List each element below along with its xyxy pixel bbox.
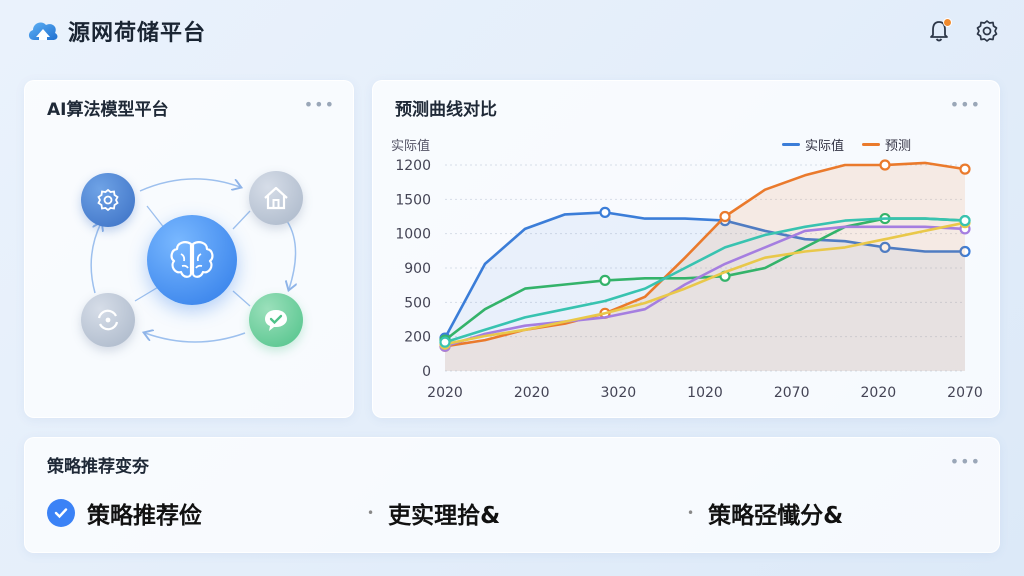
strategy-item-label: 策略弪懴分& [708,503,844,529]
forecast-chart-panel: 预测曲线对比 ••• 实际值 实际值 预测 1200 1500 1000 900 500… [372,80,1000,418]
notification-badge [943,18,952,27]
strategy-item[interactable]: 策略推荐俭 [47,496,367,530]
brain-icon [170,241,214,278]
y-tick-label: 900 [404,261,431,277]
data-point [879,159,891,171]
x-tick-label: 1020 [687,385,723,401]
gear-node[interactable] [81,173,135,227]
gear-icon[interactable] [974,18,1000,44]
data-point [599,274,611,286]
data-point [719,210,731,223]
strategy-item[interactable]: • 吏实理拾& [367,496,687,530]
bullet-icon: • [687,506,695,520]
forecast-line-chart[interactable]: 1200 1500 1000 900 500 200 0 2020 2020 3020 1020 20… [373,81,1001,419]
y-tick-label: 200 [404,330,431,346]
data-point [959,163,971,175]
cloud-logo-icon [28,22,58,40]
data-point [599,206,611,218]
y-tick-label: 500 [404,295,431,311]
strategy-item-label: 策略推荐俭 [87,503,202,529]
app-header: 源网荷储平台 [0,0,1024,62]
logo[interactable]: 源网荷储平台 [26,15,206,47]
more-options-icon[interactable]: ••• [950,452,981,471]
chat-check-node[interactable] [249,293,303,347]
home-icon [264,186,288,210]
sync-icon [97,309,119,331]
x-tick-label: 2070 [774,385,810,401]
strategy-item-label: 吏实理拾& [388,503,501,529]
strategy-item[interactable]: • 策略弪懴分& [687,496,843,530]
x-tick-label: 2020 [861,385,897,401]
sync-node[interactable] [81,293,135,347]
data-point [959,215,971,227]
x-tick-label: 3020 [601,385,637,401]
ai-center-node[interactable] [147,215,237,305]
x-tick-label: 2020 [427,385,463,401]
strategy-panel-title: 策略推荐变夯 [47,457,149,477]
strategy-panel: 策略推荐变夯 ••• 策略推荐俭 • 吏实理拾& • 策略弪懴分& [24,437,1000,553]
y-tick-label: 0 [422,364,431,380]
gear-icon [97,188,119,212]
bullet-icon: • [367,506,375,520]
app-title: 源网荷储平台 [68,21,207,46]
check-circle-icon [47,499,75,527]
y-tick-label: 1200 [395,158,431,174]
chat-check-icon [265,310,287,331]
ai-model-panel: AI算法模型平台 ••• [24,80,354,418]
home-node[interactable] [249,171,303,225]
x-tick-label: 2020 [514,385,550,401]
y-tick-label: 1000 [395,227,431,243]
data-point [439,336,451,348]
bell-icon[interactable] [926,18,952,44]
x-tick-label: 2070 [947,385,983,401]
y-tick-label: 1500 [395,192,431,208]
